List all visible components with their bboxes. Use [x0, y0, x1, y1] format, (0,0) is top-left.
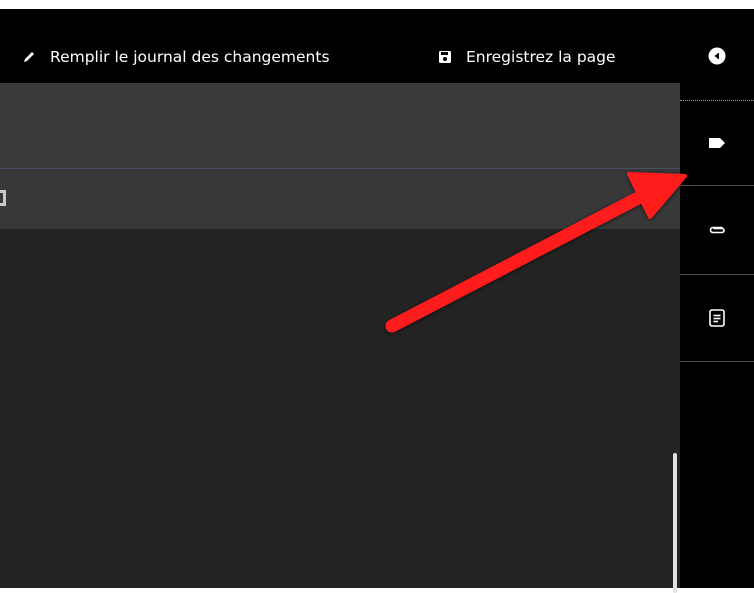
editor-header	[0, 83, 680, 169]
document-icon	[709, 309, 725, 327]
tag-icon	[708, 137, 726, 149]
paperclip-icon	[708, 224, 726, 236]
save-page-button[interactable]: Enregistrez la page	[438, 45, 616, 69]
pencil-icon	[22, 50, 36, 64]
vertical-scrollbar[interactable]	[673, 453, 677, 593]
sidebar-item-document[interactable]	[680, 275, 754, 361]
floppy-disk-icon	[438, 50, 452, 64]
right-sidebar	[680, 9, 754, 588]
collapse-left-icon	[708, 47, 726, 65]
changelog-button[interactable]: Remplir le journal des changements	[22, 45, 330, 69]
changelog-label: Remplir le journal des changements	[50, 48, 330, 66]
save-page-label: Enregistrez la page	[466, 48, 616, 66]
editor-area	[0, 83, 680, 593]
sidebar-collapse-button[interactable]	[680, 39, 754, 73]
editor-tool-row	[0, 169, 680, 229]
sidebar-item-attachments[interactable]	[680, 186, 754, 273]
top-toolbar: Remplir le journal des changements Enreg…	[0, 9, 680, 83]
sidebar-divider	[680, 361, 754, 362]
sidebar-item-tags[interactable]	[680, 101, 754, 185]
expand-icon[interactable]	[0, 188, 7, 208]
